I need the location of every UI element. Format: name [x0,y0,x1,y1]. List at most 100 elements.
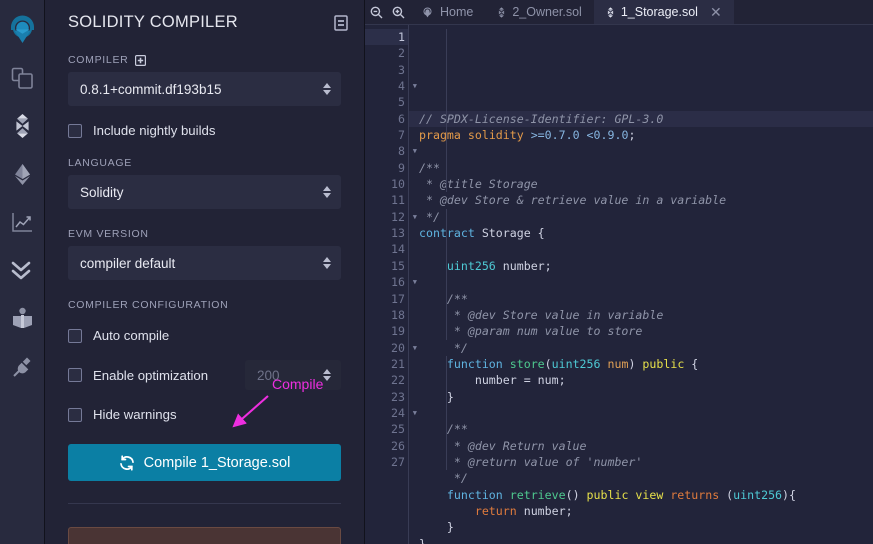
indent-guide [446,356,447,470]
code-line[interactable]: } [419,536,873,544]
evm-version-value: compiler default [80,255,176,271]
panel-divider [68,503,341,504]
hide-warnings-checkbox[interactable] [68,407,82,422]
compiler-label-text: COMPILER [68,54,129,66]
code-line[interactable] [419,143,873,159]
code-token: public [642,356,685,371]
evm-version-label: EVM VERSION [68,228,149,240]
code-line[interactable]: } [419,389,873,405]
code-line[interactable]: * @param num value to store [419,323,873,339]
line-number: 24 ▼ [391,405,417,420]
code-token: ( [544,356,552,371]
code-line[interactable]: /** [419,160,873,176]
include-nightly-builds-checkbox[interactable] [68,123,82,138]
file-explorer-icon[interactable] [0,54,45,102]
compile-button[interactable]: Compile 1_Storage.sol [68,444,341,481]
remix-logo-icon[interactable] [0,6,45,54]
plugin-manager-icon[interactable] [0,342,45,390]
line-number: 2 [398,46,405,61]
indent-guide [446,209,447,340]
tab-2-owner-sol-label: 2_Owner.sol [512,5,582,19]
code-line[interactable]: * @return value of 'number' [419,454,873,470]
tab-home[interactable]: Home [409,0,485,24]
code-line[interactable]: * @title Storage [419,176,873,192]
unit-testing-icon[interactable] [0,246,45,294]
code-token: solidity [467,128,524,143]
include-nightly-builds-row[interactable]: Include nightly builds [68,123,341,138]
code-token: * @dev Return value [419,438,587,453]
code-line[interactable]: uint256 number; [419,258,873,274]
auto-compile-row[interactable]: Auto compile [68,328,341,343]
close-icon[interactable]: ✕ [710,5,722,19]
plus-square-icon[interactable] [135,54,147,66]
solidity-compiler-icon[interactable] [0,102,45,150]
page-title: SOLIDITY COMPILER [68,13,238,31]
solidity-file-icon [497,6,506,18]
tab-1-storage-sol[interactable]: 1_Storage.sol ✕ [593,0,734,24]
code-token: () [565,487,587,502]
debugger-icon[interactable] [0,294,45,342]
code-line[interactable] [419,274,873,290]
solidity-analyzer-icon[interactable] [0,198,45,246]
code-line[interactable]: */ [419,209,873,225]
code-line[interactable]: } [419,519,873,535]
zoom-in-icon[interactable] [387,0,409,24]
code-token: } [419,389,454,404]
code-line[interactable]: */ [419,340,873,356]
tab-2-owner-sol[interactable]: 2_Owner.sol [485,0,593,24]
code-token: * @dev Store & retrieve value in a varia… [419,193,727,208]
code-line[interactable]: function store(uint256 num) public { [419,356,873,372]
code-token: number; [495,258,552,273]
enable-optimization-checkbox[interactable] [68,368,82,382]
code-token: ( [719,487,734,502]
code-line[interactable]: * @dev Return value [419,438,873,454]
spinner-arrows-icon[interactable] [323,369,331,381]
code-line[interactable] [419,405,873,421]
code-line[interactable]: */ [419,470,873,486]
code-line[interactable]: /** [419,421,873,437]
zoom-out-icon[interactable] [365,0,387,24]
code-token: /** [419,160,440,175]
line-number: 12 ▼ [391,209,417,224]
code-token: * @return value of 'number' [419,454,643,469]
code-token: Storage { [474,226,545,241]
code-line[interactable]: // SPDX-License-Identifier: GPL-3.0 [409,110,873,128]
code-token: * @title Storage [419,177,538,192]
line-number: 13 [391,226,405,241]
code-line[interactable] [419,241,873,257]
code-line[interactable]: * @dev Store value in variable [419,307,873,323]
code-token: } [419,520,454,535]
code-line[interactable]: contract Storage { [419,225,873,241]
annotation-label: Compile [272,376,324,392]
code-token: * @param num value to store [419,324,643,339]
line-number: 15 [391,258,405,273]
code-area[interactable]: 1 2 3 4 ▼ 5 6 7 8 ▼ 9 10 11 12 ▼ 13 14 15 16 ▼ 17 18 19 20 ▼ 21 22… [365,25,873,544]
code-line[interactable]: number = num; [419,372,873,388]
code-line[interactable]: return number; [419,503,873,519]
code-line[interactable]: function retrieve() public view returns … [419,487,873,503]
code-token: >=0.7.0 <0.9.0 [530,128,629,143]
code-token: */ [419,471,468,486]
code-line[interactable]: * @dev Store & retrieve value in a varia… [419,192,873,208]
code-token: retrieve [509,487,566,502]
hide-warnings-row[interactable]: Hide warnings [68,407,341,422]
evm-version-select[interactable]: compiler default [68,246,341,280]
line-number: 19 [391,324,405,339]
code-token: uint256 [446,258,496,273]
code-line[interactable]: /** [419,291,873,307]
code-lines[interactable]: // SPDX-License-Identifier: GPL-3.0 pragm… [409,25,873,544]
editor-tab-bar: Home 2_Owner.sol 1_Storage.sol ✕ [365,0,873,25]
code-line[interactable]: pragma solidity >=0.7.0 <0.9.0; [419,127,873,143]
compiler-version-select[interactable]: 0.8.1+commit.df193b15 [68,72,341,106]
book-icon[interactable] [334,14,348,31]
panel-header: SOLIDITY COMPILER [45,0,364,32]
deploy-run-icon[interactable] [0,150,45,198]
line-number: 20 ▼ [391,340,417,355]
line-number: 1 [365,29,409,46]
code-token: number = num; [419,373,566,388]
line-number: 23 [391,389,405,404]
language-select[interactable]: Solidity [68,175,341,209]
auto-compile-checkbox[interactable] [68,328,82,343]
code-token: public [586,487,629,502]
